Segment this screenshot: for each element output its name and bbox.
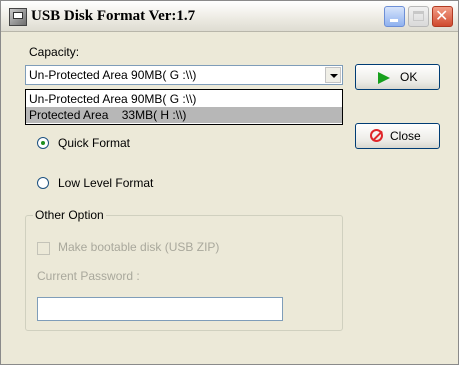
bootable-checkbox[interactable] <box>37 242 50 255</box>
close-button[interactable]: Close <box>355 123 440 149</box>
capacity-dropdown-list: Un-Protected Area 90MB( G :\\) Protected… <box>25 89 343 125</box>
usb-disk-format-window: USB Disk Format Ver:1.7 ✕ Capacity: Un-P… <box>0 0 459 365</box>
current-password-label: Current Password : <box>37 269 140 283</box>
play-icon <box>378 72 390 84</box>
quick-format-label: Quick Format <box>58 136 131 150</box>
close-button-label: Close <box>390 129 421 143</box>
capacity-option-unprotected[interactable]: Un-Protected Area 90MB( G :\\) <box>26 91 342 107</box>
capacity-dropdown[interactable]: Un-Protected Area 90MB( G :\\) <box>25 65 343 85</box>
capacity-label: Capacity: <box>29 45 80 59</box>
ok-button-label: OK <box>400 70 418 84</box>
bootable-label: Make bootable disk (USB ZIP) <box>58 240 220 254</box>
minimize-icon <box>390 19 398 22</box>
maximize-button[interactable] <box>408 6 429 27</box>
quick-format-radio[interactable] <box>37 137 49 149</box>
low-level-format-label: Low Level Format <box>58 176 154 190</box>
close-icon: ✕ <box>435 6 449 25</box>
title-bar[interactable]: USB Disk Format Ver:1.7 ✕ <box>1 1 458 32</box>
app-icon[interactable] <box>9 8 27 26</box>
current-password-input[interactable] <box>37 297 283 321</box>
ok-button[interactable]: OK <box>355 64 440 90</box>
other-option-title: Other Option <box>33 208 106 222</box>
chevron-down-icon[interactable] <box>325 67 341 83</box>
maximize-icon <box>413 11 424 21</box>
close-window-button[interactable]: ✕ <box>432 6 453 27</box>
minimize-button[interactable] <box>384 6 405 27</box>
capacity-option-protected[interactable]: Protected Area 33MB( H :\\) <box>26 107 342 123</box>
capacity-selected-value: Un-Protected Area 90MB( G :\\) <box>29 68 197 82</box>
window-title: USB Disk Format Ver:1.7 <box>31 8 196 24</box>
low-level-format-radio[interactable] <box>37 177 49 189</box>
no-entry-icon <box>370 129 383 142</box>
